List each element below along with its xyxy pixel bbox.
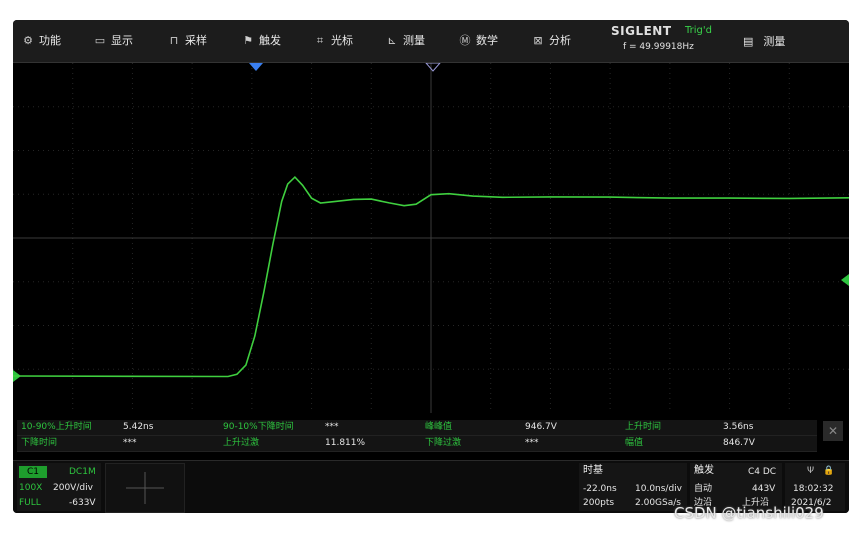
- menu-acquire[interactable]: ⊓ 采样: [167, 33, 207, 49]
- brand-status: SIGLENT Trig'd f = 49.99918Hz: [605, 22, 727, 58]
- meas-value: 5.42ns: [123, 422, 154, 432]
- channel-scale: 200V/div: [53, 483, 93, 493]
- close-icon: ✕: [827, 424, 839, 438]
- trigger-title: 触发: [694, 465, 714, 476]
- timebase-points: 200pts: [583, 498, 615, 508]
- trigger-level-marker[interactable]: [841, 274, 849, 286]
- trigger-mode: 自动: [694, 484, 713, 494]
- lock-icon: 🔒: [823, 466, 835, 476]
- channel-add-button[interactable]: [105, 463, 185, 513]
- oscilloscope-screen: ⚙ 功能 ▭ 显示 ⊓ 采样 ⚑ 触发 ⌗ 光标 ⊾ 测量 Ⓜ 数学 ⊠ 分析 SIGLENT …: [13, 20, 849, 513]
- trigger-icon: ⚑: [243, 34, 253, 47]
- meas-label: 下降时间: [21, 438, 58, 448]
- meas-value: 11.811%: [325, 438, 366, 448]
- measure-button[interactable]: ▤ 测量: [743, 33, 785, 49]
- menu-measure[interactable]: ⊾ 测量: [385, 33, 425, 49]
- menu-label: 采样: [185, 34, 207, 47]
- clock-time: 18:02:32: [793, 484, 834, 494]
- meas-value: 3.56ns: [723, 422, 754, 432]
- channel-tag: C1: [19, 466, 47, 478]
- menu-function[interactable]: ⚙ 功能: [21, 33, 61, 49]
- channel-probe: 100X: [19, 483, 43, 493]
- meas-value: ***: [525, 438, 539, 448]
- watermark-text: CSDN @tianshili029: [674, 504, 824, 522]
- list-icon: ▤: [743, 35, 754, 48]
- meas-label: 下降过激: [425, 438, 462, 448]
- timebase-panel[interactable]: 时基 -22.0ns 10.0ns/div 200pts 2.00GSa/s: [579, 463, 687, 511]
- menu-analysis[interactable]: ⊠ 分析: [531, 33, 571, 49]
- gear-icon: ⚙: [23, 34, 33, 47]
- menu-trigger[interactable]: ⚑ 触发: [241, 33, 281, 49]
- frequency-readout: f = 49.99918Hz: [623, 42, 694, 52]
- menu-label: 测量: [403, 34, 425, 47]
- timebase-title: 时基: [583, 465, 603, 476]
- measure-icon: ⊾: [387, 34, 397, 47]
- menu-label: 分析: [549, 34, 571, 47]
- channel1-panel[interactable]: C1 DC1M 100X 200V/div FULL -633V: [17, 463, 101, 511]
- meas-label: 幅值: [625, 438, 644, 448]
- time-cursor-marker[interactable]: [425, 63, 441, 72]
- meas-label: 峰峰值: [425, 422, 453, 432]
- math-icon: Ⓜ: [459, 34, 471, 47]
- plus-icon: [126, 472, 164, 504]
- channel-bandwidth: FULL: [19, 498, 41, 508]
- trigger-position-marker[interactable]: [249, 63, 263, 71]
- meas-label: 上升时间: [625, 422, 662, 432]
- channel-coupling: DC1M: [69, 467, 96, 477]
- trigger-level: 443V: [752, 484, 776, 494]
- usb-icon: Ψ: [807, 466, 815, 476]
- meas-value: ***: [325, 422, 339, 432]
- meas-value: 946.7V: [525, 422, 557, 432]
- meas-label: 90-10%下降时间: [223, 422, 294, 432]
- meas-label: 上升过激: [223, 438, 260, 448]
- meas-value: 846.7V: [723, 438, 755, 448]
- menu-cursor[interactable]: ⌗ 光标: [313, 33, 353, 49]
- menu-math[interactable]: Ⓜ 数学: [458, 33, 499, 49]
- measurement-row: [17, 436, 817, 452]
- menu-label: 显示: [111, 34, 133, 47]
- timebase-scale: 10.0ns/div: [635, 484, 683, 494]
- trigger-status: Trig'd: [685, 25, 712, 36]
- close-measurement-button[interactable]: ✕: [823, 421, 843, 441]
- brand-logo: SIGLENT: [611, 24, 672, 38]
- waveform-display[interactable]: [13, 63, 849, 413]
- channel-offset: -633V: [69, 498, 96, 508]
- cursor-icon: ⌗: [316, 34, 324, 47]
- measurement-table: 10-90%上升时间 5.42ns 90-10%下降时间 *** 峰峰值 946…: [17, 418, 817, 454]
- menu-label: 功能: [39, 34, 61, 47]
- menu-display[interactable]: ▭ 显示: [93, 33, 133, 49]
- display-icon: ▭: [94, 34, 106, 47]
- top-menu-bar: ⚙ 功能 ▭ 显示 ⊓ 采样 ⚑ 触发 ⌗ 光标 ⊾ 测量 Ⓜ 数学 ⊠ 分析 SIGLENT …: [13, 20, 849, 63]
- analysis-icon: ⊠: [533, 34, 543, 47]
- menu-label: 数学: [476, 34, 498, 47]
- meas-label: 10-90%上升时间: [21, 422, 92, 432]
- menu-label: 光标: [331, 34, 353, 47]
- menu-label: 触发: [259, 34, 281, 47]
- acquire-icon: ⊓: [169, 34, 179, 47]
- graticule: [13, 63, 849, 413]
- meas-value: ***: [123, 438, 137, 448]
- measure-button-label: 测量: [763, 35, 786, 48]
- timebase-delay: -22.0ns: [583, 484, 617, 494]
- trigger-source: C4 DC: [748, 467, 777, 477]
